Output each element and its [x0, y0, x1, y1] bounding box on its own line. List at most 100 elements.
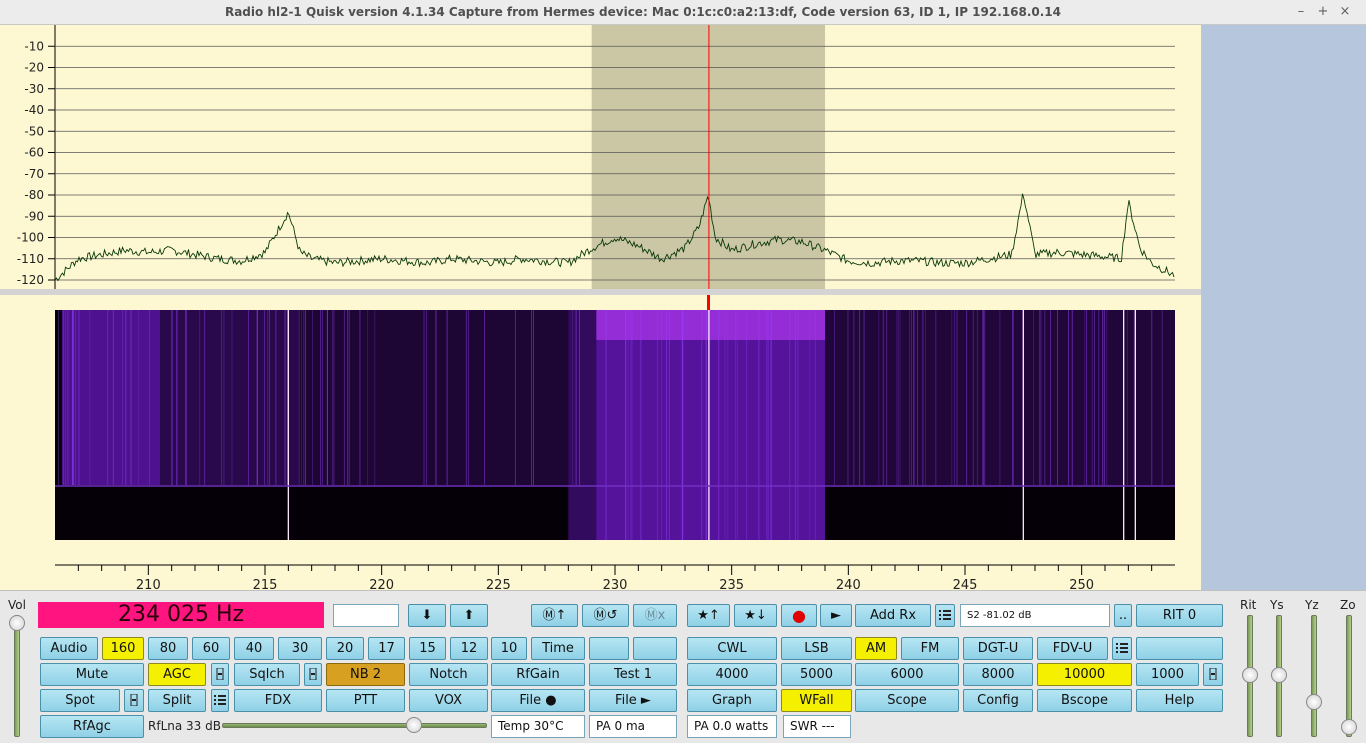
bscope-button[interactable]: Bscope [1037, 689, 1132, 712]
mode-lsb-button[interactable]: LSB [781, 637, 852, 660]
x-tick-label: 210 [136, 578, 161, 590]
vol-slider[interactable] [14, 615, 20, 737]
band-15-button[interactable]: 15 [409, 637, 446, 660]
band-80-button[interactable]: 80 [148, 637, 188, 660]
audio-button[interactable]: Audio [40, 637, 98, 660]
spectrum-plot[interactable]: -10 -20 -30 -40 -50 -60 -70 -80 -90 -100 -110 -120 [0, 25, 1201, 295]
mode-cwl-button[interactable]: CWL [687, 637, 777, 660]
splitter-sash[interactable] [0, 289, 1201, 295]
maximize-icon[interactable]: + [1314, 3, 1332, 21]
band-20-button[interactable]: 20 [326, 637, 364, 660]
window-title: Radio hl2-1 Quisk version 4.1.34 Capture… [224, 5, 1062, 19]
mode-dgt-u-button[interactable]: DGT-U [963, 637, 1033, 660]
pa-current-display: PA 0 ma [589, 715, 677, 738]
frequency-entry[interactable] [333, 604, 399, 627]
favorite-up-button[interactable]: ★↑ [687, 604, 730, 627]
yz-slider[interactable] [1311, 615, 1317, 737]
graph-area[interactable]: -10 -20 -30 -40 -50 -60 -70 -80 -90 -100 -110 -120 … [0, 25, 1201, 590]
mode-menu-button[interactable] [1112, 637, 1132, 660]
zo-slider-knob[interactable] [1341, 719, 1357, 735]
config-button[interactable]: Config [963, 689, 1033, 712]
band-10-button[interactable]: 10 [491, 637, 527, 660]
band-60-button[interactable]: 60 [192, 637, 230, 660]
filter-6000-button[interactable]: 6000 [855, 663, 959, 686]
waterfall-band [62, 310, 160, 485]
agc-button[interactable]: AGC [148, 663, 206, 686]
squelch-button[interactable]: Sqlch [234, 663, 300, 686]
rit-button[interactable]: RIT 0 [1136, 604, 1223, 627]
filter-4000-button[interactable]: 4000 [687, 663, 777, 686]
memory-up-button[interactable]: Ⓜ↑ [531, 604, 578, 627]
mode-am-button[interactable]: AM [855, 637, 897, 660]
spectrum-svg[interactable]: -10 -20 -30 -40 -50 -60 -70 -80 -90 -100 -110 -120 [0, 25, 1201, 295]
file-record-button[interactable]: File ● [491, 689, 585, 712]
filter-adjust-button[interactable] [1203, 663, 1223, 686]
mode-fdv-u-button[interactable]: FDV-U [1037, 637, 1108, 660]
rit-slider-knob[interactable] [1242, 667, 1258, 683]
s-meter-more-button[interactable]: .. [1114, 604, 1132, 627]
band-40-button[interactable]: 40 [234, 637, 274, 660]
split-menu-button[interactable] [211, 689, 229, 712]
frequency-display[interactable]: 234 025 Hz [38, 602, 324, 628]
ys-slider-knob[interactable] [1271, 667, 1287, 683]
tune-up-button[interactable]: ⬆ [450, 604, 488, 627]
filter-1000-button[interactable]: 1000 [1136, 663, 1199, 686]
y-tick-label: -40 [24, 103, 44, 117]
yz-slider-label: Yz [1305, 598, 1319, 612]
band-17-button[interactable]: 17 [368, 637, 405, 660]
agc-adjust-button[interactable] [211, 663, 229, 686]
yz-slider-knob[interactable] [1306, 694, 1322, 710]
record-button[interactable]: ● [781, 604, 817, 627]
minimize-icon[interactable]: – [1292, 3, 1310, 21]
vol-slider-knob[interactable] [9, 615, 25, 631]
rf-lna-slider[interactable] [222, 723, 487, 728]
scope-button[interactable]: Scope [855, 689, 959, 712]
band-30-button[interactable]: 30 [278, 637, 322, 660]
split-button[interactable]: Split [148, 689, 206, 712]
s-meter-display: S2 -81.02 dB [960, 604, 1110, 627]
filter-10000-button[interactable]: 10000 [1037, 663, 1132, 686]
mode-fm-button[interactable]: FM [901, 637, 959, 660]
y-tick-label: -30 [24, 82, 44, 96]
adjust-icon [130, 694, 138, 706]
noise-blanker-button[interactable]: NB 2 [326, 663, 405, 686]
band-12-button[interactable]: 12 [450, 637, 488, 660]
add-rx-button[interactable]: Add Rx [855, 604, 931, 627]
blank-button-2[interactable] [633, 637, 677, 660]
spot-button[interactable]: Spot [40, 689, 120, 712]
ptt-button[interactable]: PTT [326, 689, 405, 712]
waterfall-display[interactable] [55, 310, 1175, 540]
mute-button[interactable]: Mute [40, 663, 144, 686]
adjust-icon [309, 668, 317, 680]
file-play-button[interactable]: File ► [589, 689, 677, 712]
rf-lna-label: RfLna 33 dB [148, 719, 221, 733]
graph-button[interactable]: Graph [687, 689, 777, 712]
filter-8000-button[interactable]: 8000 [963, 663, 1033, 686]
play-button[interactable]: ► [820, 604, 852, 627]
control-panel: Vol 234 025 Hz ⬇ ⬆ Ⓜ↑ Ⓜ↺ Ⓜx ★↑ ★↓ ● ► Ad… [0, 590, 1366, 743]
memory-recall-button[interactable]: Ⓜ↺ [582, 604, 629, 627]
fdx-button[interactable]: FDX [234, 689, 322, 712]
memory-delete-button[interactable]: Ⓜx [633, 604, 677, 627]
test1-button[interactable]: Test 1 [589, 663, 677, 686]
waterfall-button[interactable]: WFall [781, 689, 852, 712]
spot-adjust-button[interactable] [124, 689, 144, 712]
close-icon[interactable]: × [1336, 3, 1354, 21]
waterfall-svg[interactable] [55, 310, 1175, 540]
y-tick-label: -50 [24, 124, 44, 138]
vox-button[interactable]: VOX [409, 689, 488, 712]
blank-button-1[interactable] [589, 637, 629, 660]
filter-5000-button[interactable]: 5000 [781, 663, 852, 686]
time-button[interactable]: Time [531, 637, 585, 660]
tune-down-button[interactable]: ⬇ [408, 604, 446, 627]
rf-gain-button[interactable]: RfGain [491, 663, 585, 686]
favorite-down-button[interactable]: ★↓ [734, 604, 777, 627]
rf-agc-button[interactable]: RfAgc [40, 715, 144, 738]
notch-button[interactable]: Notch [409, 663, 488, 686]
blank-button-3[interactable] [1136, 637, 1223, 660]
help-button[interactable]: Help [1136, 689, 1223, 712]
band-160-button[interactable]: 160 [102, 637, 144, 660]
squelch-adjust-button[interactable] [304, 663, 322, 686]
add-rx-menu-button[interactable] [935, 604, 955, 627]
rf-lna-slider-knob[interactable] [406, 717, 422, 733]
